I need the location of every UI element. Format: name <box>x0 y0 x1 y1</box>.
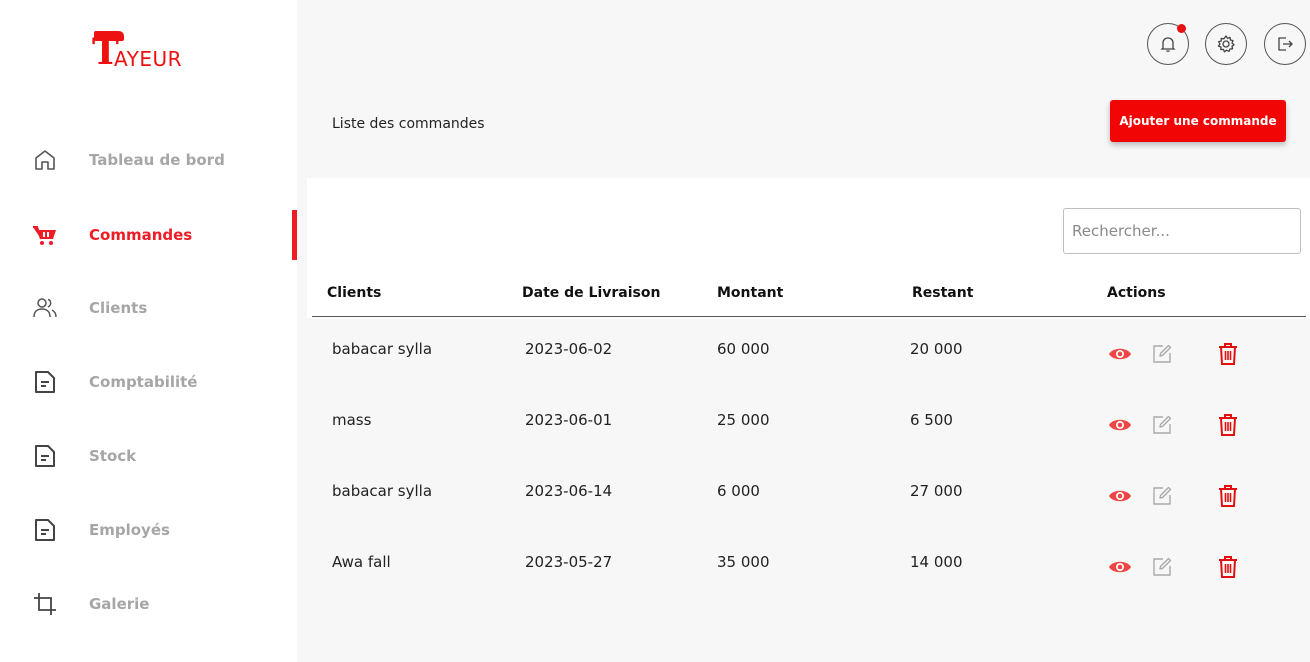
delete-button[interactable] <box>1215 554 1241 580</box>
document-icon <box>35 519 55 541</box>
table-row: babacar sylla 2023-06-02 60 000 20 000 <box>312 319 1306 390</box>
edit-icon <box>1153 486 1172 505</box>
logo-text: AYEUR <box>114 47 183 71</box>
document-icon <box>35 371 55 393</box>
delete-button[interactable] <box>1215 412 1241 438</box>
sidebar-item-label: Galerie <box>89 595 150 613</box>
notifications-button[interactable] <box>1147 23 1189 65</box>
sidebar-item-label: Employés <box>89 521 170 539</box>
settings-button[interactable] <box>1205 23 1247 65</box>
edit-icon <box>1153 557 1172 576</box>
logout-button[interactable] <box>1264 23 1306 65</box>
sidebar-item-comptabilite[interactable]: Comptabilité <box>0 357 297 407</box>
sidebar-item-stock[interactable]: Stock <box>0 431 297 481</box>
cell-restant: 14 000 <box>910 553 963 571</box>
sidebar-item-galerie[interactable]: Galerie <box>0 579 297 629</box>
sidebar-item-commandes[interactable]: Commandes <box>0 210 297 260</box>
edit-icon <box>1153 415 1172 434</box>
table-row: mass 2023-06-01 25 000 6 500 <box>312 390 1306 461</box>
home-icon <box>35 150 55 170</box>
view-button[interactable] <box>1107 554 1133 580</box>
column-header-actions: Actions <box>1107 285 1166 301</box>
eye-icon <box>1109 419 1131 431</box>
edit-button[interactable] <box>1149 412 1175 438</box>
cell-client: babacar sylla <box>332 340 433 358</box>
sidebar-item-label: Commandes <box>89 226 193 244</box>
cell-client: babacar sylla <box>332 482 433 500</box>
edit-icon <box>1153 344 1172 363</box>
cell-date: 2023-06-14 <box>525 482 613 500</box>
column-header-montant: Montant <box>717 285 784 301</box>
view-button[interactable] <box>1107 341 1133 367</box>
cell-client: Awa fall <box>332 553 391 571</box>
edit-button[interactable] <box>1149 341 1175 367</box>
delete-button[interactable] <box>1215 483 1241 509</box>
bell-icon <box>1160 37 1176 52</box>
cell-montant: 35 000 <box>717 553 770 571</box>
cell-restant: 27 000 <box>910 482 963 500</box>
sidebar: T AYEUR Tableau de bord Commandes Client… <box>0 0 297 662</box>
table-row: babacar sylla 2023-06-14 6 000 27 000 <box>312 461 1306 532</box>
search-input[interactable] <box>1063 208 1301 254</box>
cell-date: 2023-06-02 <box>525 340 613 358</box>
sidebar-item-clients[interactable]: Clients <box>0 283 297 333</box>
header-divider <box>312 316 1306 317</box>
trash-icon <box>1219 414 1237 436</box>
cell-montant: 6 000 <box>717 482 760 500</box>
eye-icon <box>1109 561 1131 573</box>
cell-date: 2023-05-27 <box>525 553 613 571</box>
cell-montant: 60 000 <box>717 340 770 358</box>
eye-icon <box>1109 490 1131 502</box>
trash-icon <box>1219 485 1237 507</box>
column-header-restant: Restant <box>912 285 974 301</box>
cell-restant: 6 500 <box>910 411 953 429</box>
view-button[interactable] <box>1107 483 1133 509</box>
notification-badge <box>1177 24 1186 33</box>
cart-icon <box>33 226 56 245</box>
sidebar-item-employes[interactable]: Employés <box>0 505 297 555</box>
gear-icon <box>1217 35 1235 53</box>
view-button[interactable] <box>1107 412 1133 438</box>
edit-button[interactable] <box>1149 483 1175 509</box>
sidebar-item-label: Tableau de bord <box>89 151 225 169</box>
page-title: Liste des commandes <box>332 116 485 132</box>
document-icon <box>35 445 55 467</box>
trash-icon <box>1219 343 1237 365</box>
cell-date: 2023-06-01 <box>525 411 613 429</box>
users-icon <box>33 298 57 318</box>
cell-montant: 25 000 <box>717 411 770 429</box>
sidebar-item-label: Stock <box>89 447 137 465</box>
logout-icon <box>1278 37 1293 51</box>
edit-button[interactable] <box>1149 554 1175 580</box>
delete-button[interactable] <box>1215 341 1241 367</box>
add-order-button[interactable]: Ajouter une commande <box>1110 100 1286 142</box>
trash-icon <box>1219 556 1237 578</box>
sidebar-item-label: Comptabilité <box>89 373 198 391</box>
sidebar-item-label: Clients <box>89 299 148 317</box>
eye-icon <box>1109 348 1131 360</box>
crop-icon <box>34 593 56 615</box>
column-header-date: Date de Livraison <box>522 285 661 301</box>
active-indicator <box>292 210 297 260</box>
table-row: Awa fall 2023-05-27 35 000 14 000 <box>312 532 1306 603</box>
column-header-clients: Clients <box>327 285 382 301</box>
cell-restant: 20 000 <box>910 340 963 358</box>
sidebar-item-tableau-de-bord[interactable]: Tableau de bord <box>0 135 297 185</box>
cell-client: mass <box>332 411 372 429</box>
logo[interactable]: T AYEUR <box>92 30 207 74</box>
